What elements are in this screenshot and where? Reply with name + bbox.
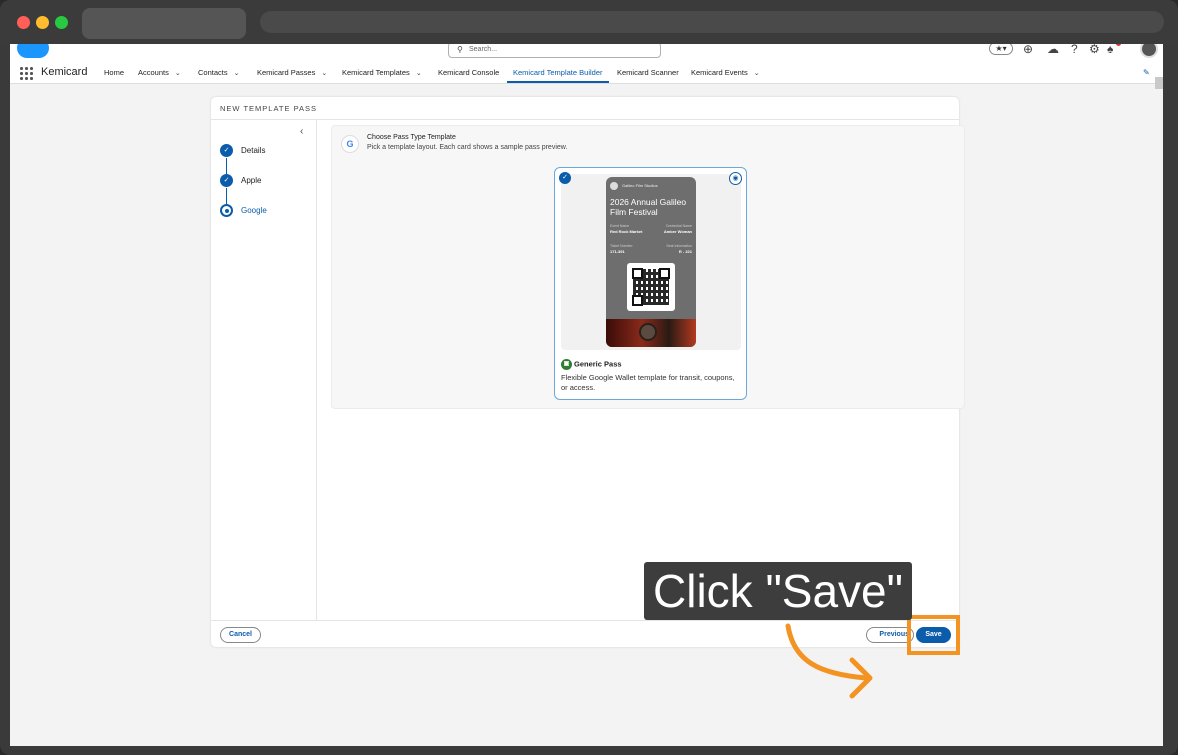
qr-finder [632, 295, 643, 306]
nav-item-label: Home [104, 68, 125, 77]
nav-item-home[interactable]: Home [104, 68, 124, 77]
step-complete-check-icon: ✓ [220, 144, 233, 157]
window-titlebar [0, 0, 1178, 44]
step-current-icon [220, 204, 233, 217]
save-highlight-box [907, 615, 960, 655]
nav-item-label: Contacts [198, 68, 228, 77]
chevron-down-icon[interactable]: ⌄ [754, 70, 760, 77]
gear-icon[interactable]: ⚙ [1089, 44, 1100, 56]
nav-item-contacts[interactable]: Contacts ⌄ [198, 68, 239, 77]
salesforce-logo-icon[interactable] [17, 44, 49, 58]
active-tab-indicator [507, 81, 609, 83]
qr-finder [659, 268, 670, 279]
step-connector [226, 188, 227, 204]
search-icon: ⚲ [457, 45, 463, 54]
nav-item-label: Kemicard Template Builder [513, 68, 603, 77]
maximize-window-button[interactable] [55, 16, 68, 29]
app-name: Kemicard [41, 66, 88, 78]
notification-badge [1116, 44, 1121, 46]
help-icon[interactable]: ? [1071, 44, 1078, 56]
app-nav-bar: Kemicard Home Accounts ⌄ Contacts ⌄ Kemica… [10, 62, 1163, 84]
edit-nav-pencil-icon[interactable]: ✎ [1143, 68, 1150, 77]
step-label: Details [241, 146, 266, 155]
footer-divider [211, 620, 959, 621]
side-panel-handle[interactable] [1155, 77, 1163, 89]
pass-field-label: Seat Information [666, 244, 692, 248]
favorites-star-icon[interactable]: ★▾ [989, 44, 1013, 55]
pass-title: 2026 Annual Galileo Film Festival [610, 197, 687, 217]
nav-item-kemicard-passes[interactable]: Kemicard Passes ⌄ [257, 68, 327, 77]
pass-field-label: Credential Name [665, 224, 692, 228]
qr-finder [632, 268, 643, 279]
generic-pass-template-card[interactable]: Galileo Film Studios 2026 Annual Galileo… [554, 167, 747, 400]
section-subheading: Pick a template layout. Each card shows … [367, 144, 568, 151]
template-name-label: Generic Pass [574, 359, 622, 369]
add-icon[interactable]: ⊕ [1023, 44, 1033, 56]
pass-field-label: Ticket Number [610, 244, 633, 248]
nav-item-kemicard-events[interactable]: Kemicard Events ⌄ [691, 68, 760, 77]
trailhead-icon[interactable]: ☁ [1047, 44, 1059, 56]
pass-field-value: R - 221 [678, 249, 692, 254]
step-label: Apple [241, 176, 262, 185]
divider [211, 119, 959, 120]
pass-field-value: Red Rock Market [610, 229, 643, 234]
avatar[interactable] [1140, 44, 1158, 58]
collapse-panel-chevron-icon[interactable]: ‹ [300, 126, 303, 137]
nav-item-label: Kemicard Events [691, 68, 748, 77]
address-bar[interactable] [260, 11, 1164, 33]
choose-template-section: G Choose Pass Type Template Pick a templ… [331, 125, 965, 409]
global-search-input[interactable]: ⚲ Search... [448, 44, 661, 58]
browser-tab[interactable] [82, 8, 246, 39]
pass-preview-area: Galileo Film Studios 2026 Annual Galileo… [561, 174, 741, 350]
chevron-down-icon[interactable]: ⌄ [321, 70, 327, 77]
close-window-button[interactable] [17, 16, 30, 29]
nav-item-kemicard-console[interactable]: Kemicard Console [438, 68, 499, 77]
selected-check-icon: ✓ [559, 172, 571, 184]
page-viewport: ⚲ Search... ★▾ ⊕ ☁ ? ⚙ ♠ Kemicard Home A… [10, 44, 1163, 746]
step-complete-check-icon: ✓ [220, 174, 233, 187]
pass-hero-image [606, 319, 696, 347]
step-google[interactable]: Google [220, 204, 320, 218]
app-launcher-icon[interactable] [20, 67, 33, 80]
nav-item-label: Kemicard Passes [257, 68, 316, 77]
nav-item-label: Kemicard Console [438, 68, 500, 77]
nav-item-label: Kemicard Templates [342, 68, 410, 77]
chevron-down-icon[interactable]: ⌄ [234, 70, 240, 77]
progress-steps-panel: ‹ ✓ Details ✓ Apple Google [211, 120, 317, 620]
template-name: ▣ Generic Pass [561, 359, 622, 370]
section-heading: Choose Pass Type Template [367, 134, 456, 141]
pass-field-label: Event Name [610, 224, 630, 228]
bell-icon[interactable]: ♠ [1107, 44, 1113, 56]
nav-item-accounts[interactable]: Accounts ⌄ [138, 68, 181, 77]
chevron-down-icon[interactable]: ⌄ [416, 70, 422, 77]
eye-preview-icon[interactable]: ◉ [729, 172, 742, 185]
cancel-button[interactable]: Cancel [220, 627, 261, 643]
nav-item-kemicard-scanner[interactable]: Kemicard Scanner [617, 68, 679, 77]
pass-preview: Galileo Film Studios 2026 Annual Galileo… [606, 177, 696, 347]
pass-field-value: Amber Woman [663, 229, 692, 234]
nav-item-label: Kemicard Scanner [617, 68, 679, 77]
qr-code [627, 263, 675, 311]
nav-item-label: Accounts [138, 68, 169, 77]
template-description: Flexible Google Wallet template for tran… [561, 373, 735, 392]
pointer-arrow-icon [785, 623, 873, 699]
pass-issuer: Galileo Film Studios [622, 183, 658, 188]
google-logo-icon: G [341, 135, 359, 153]
step-apple[interactable]: ✓ Apple [220, 174, 320, 188]
chevron-down-icon[interactable]: ⌄ [175, 70, 181, 77]
nav-item-kemicard-template-builder[interactable]: Kemicard Template Builder [513, 68, 603, 77]
instruction-callout: Click "Save" [644, 562, 912, 620]
step-details[interactable]: ✓ Details [220, 144, 320, 158]
step-label: Google [241, 206, 267, 215]
pass-type-icon: ▣ [561, 359, 572, 370]
nav-item-kemicard-templates[interactable]: Kemicard Templates ⌄ [342, 68, 422, 77]
minimize-window-button[interactable] [36, 16, 49, 29]
search-placeholder: Search... [469, 46, 498, 53]
browser-window: ⚲ Search... ★▾ ⊕ ☁ ? ⚙ ♠ Kemicard Home A… [0, 0, 1178, 755]
pass-field-value: 171-391 [610, 249, 625, 254]
film-camera-image [639, 323, 657, 341]
modal-title: NEW TEMPLATE PASS [220, 104, 318, 113]
issuer-logo-icon [610, 182, 618, 190]
step-connector [226, 158, 227, 174]
